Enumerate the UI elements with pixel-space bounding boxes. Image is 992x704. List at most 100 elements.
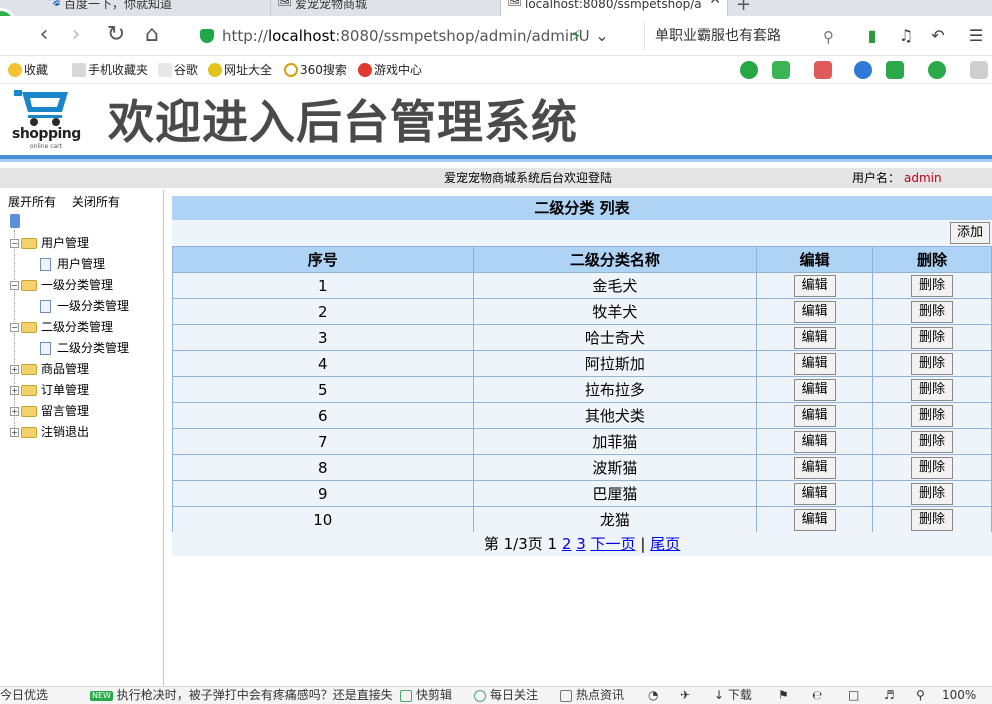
sound-icon[interactable]: ♬ [884,687,895,704]
bookmark-label: 游戏中心 [374,63,423,77]
row-number: 6 [172,402,474,429]
bookmark-favorites[interactable]: 收藏 [8,62,48,78]
bookmark-360[interactable]: 360搜索 [284,62,347,78]
wechat-icon[interactable] [740,61,758,79]
forward-icon[interactable]: › [64,22,88,50]
sidebar-subitem-user-mgmt[interactable]: 用户管理 [40,255,105,273]
expand-all-link[interactable]: 展开所有 [8,195,56,209]
edit-button[interactable]: 编辑 [793,482,836,505]
new-tab-button[interactable]: + [736,0,751,15]
edit-button[interactable]: 编辑 [793,456,836,479]
edit-button[interactable]: 编辑 [793,430,836,453]
delete-button[interactable]: 删除 [911,300,954,323]
delete-button[interactable]: 删除 [911,274,954,297]
sidebar-item-products[interactable]: + 商品管理 [10,360,89,378]
bookmark-google[interactable]: 谷歌 [158,62,198,78]
plane-icon[interactable]: ✈ [680,687,690,704]
today-picks-link[interactable]: 今日优选 [0,687,48,704]
collapse-icon[interactable]: − [10,239,19,248]
tab-admin[interactable]: 🖼 localhost:8080/ssmpetshop/a ✕ [500,0,728,16]
expand-icon[interactable]: + [10,386,19,395]
headphone-icon[interactable]: ♫ [896,26,916,46]
add-button[interactable]: 添加 [950,222,990,244]
collapse-icon[interactable]: − [10,281,19,290]
zoom-level[interactable]: 100% [942,687,976,704]
delete-button[interactable]: 删除 [911,378,954,401]
news-ticker[interactable]: NEW 执行枪决时，被子弹打中会有疼痛感吗？还是直接失 [90,687,393,704]
sidebar-item-orders[interactable]: + 订单管理 [10,381,89,399]
tab-petshop[interactable]: 🖼 爱宠宠物商城 [270,0,498,16]
scissors-icon[interactable] [814,61,832,79]
sidebar-item-logout[interactable]: + 注销退出 [10,423,89,441]
delete-button[interactable]: 删除 [911,482,954,505]
speed-icon[interactable]: ◔ [648,687,658,704]
secure-shield-icon [200,29,214,43]
gamepad-icon[interactable] [886,61,904,79]
url-dropdown-icon[interactable]: ⌄ [592,26,612,46]
translate-icon[interactable] [772,61,790,79]
page-link-2[interactable]: 2 [562,535,572,553]
page-link-3[interactable]: 3 [576,535,586,553]
expand-icon[interactable]: + [10,407,19,416]
collapse-icon[interactable]: − [10,323,19,332]
bookmark-mobile[interactable]: 手机收藏夹 [72,62,148,78]
next-page-link[interactable]: 下一页 [591,535,636,553]
menu-icon[interactable]: ☰ [966,26,986,46]
back-icon[interactable]: ‹ [32,22,56,50]
sidebar-item-category1[interactable]: − 一级分类管理 [10,276,113,294]
window-icon[interactable]: □ [848,687,859,704]
sidebar-subitem-category1[interactable]: 一级分类管理 [40,297,129,315]
bookmark-urls[interactable]: 网址大全 [208,62,272,78]
bookmark-label: 手机收藏夹 [88,63,149,77]
delete-button[interactable]: 删除 [911,430,954,453]
reload-icon[interactable]: ↻ [104,22,128,50]
edit-button[interactable]: 编辑 [793,508,836,531]
hot-news-button[interactable]: 热点资讯 [560,687,624,704]
download-button[interactable]: ↓ 下载 [714,687,752,704]
search-input[interactable]: 单职业霸服也有套路 ⚲ [644,22,840,50]
edit-cell: 编辑 [756,376,874,403]
ie-icon[interactable]: ℮ [812,687,822,704]
delete-button[interactable]: 删除 [911,404,954,427]
sidebar-item-category2[interactable]: − 二级分类管理 [10,318,113,336]
tab-label: 爱宠宠物商城 [295,0,368,11]
last-page-link[interactable]: 尾页 [650,535,680,553]
zoom-icon[interactable]: ⚲ [916,687,925,704]
apps-grid-icon[interactable] [970,61,988,79]
tab-baidu[interactable]: 🐾 百度一下，你就知道 [40,0,268,16]
sidebar-subitem-category2[interactable]: 二级分类管理 [40,339,129,357]
bookmark-label: 网址大全 [224,63,273,77]
flag-icon[interactable]: ⚑ [778,687,789,704]
delete-button[interactable]: 删除 [911,508,954,531]
play-icon [474,689,486,702]
battery-icon[interactable]: ▮ [862,26,882,46]
expand-icon[interactable]: + [10,365,19,374]
delete-button[interactable]: 删除 [911,326,954,349]
delete-button[interactable]: 删除 [911,456,954,479]
quick-edit-button[interactable]: 快剪辑 [400,687,452,704]
magnifier-icon[interactable] [854,61,872,79]
edit-button[interactable]: 编辑 [793,326,836,349]
edit-button[interactable]: 编辑 [793,404,836,427]
sidebar-item-messages[interactable]: + 留言管理 [10,402,89,420]
home-icon[interactable]: ⌂ [140,22,164,50]
delete-button[interactable]: 删除 [911,352,954,375]
edit-button[interactable]: 编辑 [793,274,836,297]
address-toolbar: ‹ › ↻ ⌂ http://localhost:8080/ssmpetshop… [0,16,992,56]
bookmark-games[interactable]: 游戏中心 [358,62,422,78]
daily-focus-button[interactable]: 每日关注 [474,687,538,704]
edit-button[interactable]: 编辑 [793,378,836,401]
edit-button[interactable]: 编辑 [793,352,836,375]
close-tab-icon[interactable]: ✕ [709,0,721,7]
column-header-delete: 删除 [872,246,992,273]
undo-icon[interactable]: ↶ [928,26,948,46]
row-number: 9 [172,480,474,507]
baidu-favicon-icon: 🐾 [46,0,61,7]
money-icon[interactable] [928,61,946,79]
expand-icon[interactable]: + [10,428,19,437]
search-icon[interactable]: ⚲ [823,23,834,51]
flash-icon[interactable]: ⚡ [566,26,586,46]
edit-button[interactable]: 编辑 [793,300,836,323]
sidebar-item-user-mgmt[interactable]: − 用户管理 [10,234,89,252]
collapse-all-link[interactable]: 关闭所有 [72,195,120,209]
